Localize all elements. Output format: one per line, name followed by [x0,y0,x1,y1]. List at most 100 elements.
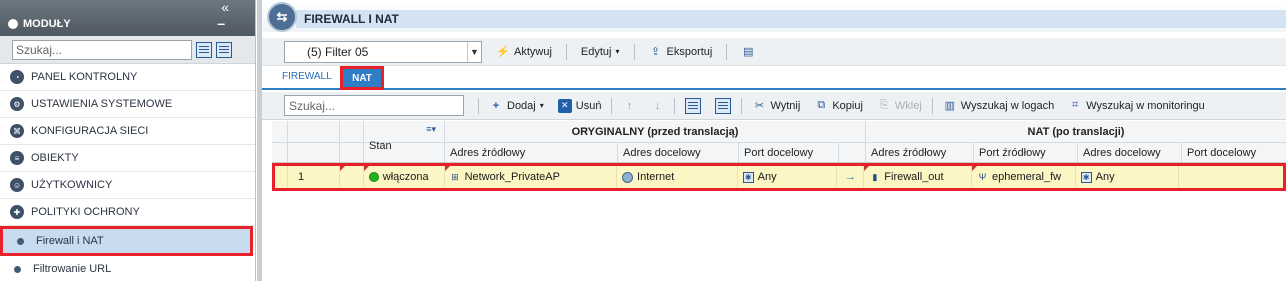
row-orig-port-cell[interactable]: ✱ Any [738,166,838,188]
sidebar-item-label: POLITYKI OCHRONY [31,206,140,218]
column-header-orig-src[interactable]: Adres źródłowy [445,143,618,162]
network-icon: ⌘ [10,124,24,138]
search-logs-button[interactable]: ▥ Wyszukaj w logach [939,99,1058,113]
caret-down-icon: ▾ [615,47,620,56]
export-label: Eksportuj [666,45,713,58]
column-header-nat-src[interactable]: Adres źródłowy [866,143,974,162]
sidebar-item-obiekty[interactable]: ≡ OBIEKTY [0,145,255,172]
toolbar-separator [741,97,743,114]
remove-rule-button[interactable]: ✕ Usuń [554,98,606,113]
status-enabled-icon [368,172,379,182]
tab-nat[interactable]: NAT [340,66,384,90]
bullet-icon [14,265,21,273]
history-button[interactable]: ▤ [737,45,759,59]
bullet-icon [17,237,24,245]
tab-firewall[interactable]: FIREWALL [282,71,332,82]
row-state-cell[interactable]: włączona [363,166,445,188]
page-title: FIREWALL I NAT [304,12,399,26]
cut-icon: ✂ [754,100,765,112]
column-header-orig-port[interactable]: Port docelowy [739,143,839,162]
sidebar-item-filtrowanie-url[interactable]: Filtrowanie URL [0,256,255,281]
column-header-orig-dst[interactable]: Adres docelowy [618,143,739,162]
monitoring-icon: ⌗ [1072,99,1079,111]
filter-select[interactable]: (5) Filter 05 ▼ [284,40,482,63]
column-header-nat-dst[interactable]: Adres docelowy [1078,143,1182,162]
sidebar-search-input[interactable] [12,39,192,60]
sidebar-item-ustawienia-systemowe[interactable]: ⚙ USTAWIENIA SYSTEMOWE [0,91,255,118]
column-header-state[interactable]: Stan ≡▾ [364,121,445,152]
remove-icon: ✕ [557,98,572,113]
move-down-button[interactable]: ↓ [646,99,668,113]
row-state: włączona [382,171,429,183]
chevron-down-icon[interactable]: ▼ [467,41,481,62]
export-button[interactable]: ⇪ Eksportuj [645,45,717,59]
add-rule-button[interactable]: + Dodaj ▾ [485,99,548,113]
sidebar-title: MODUŁY [8,18,71,30]
sidebar-item-firewall-nat[interactable]: Firewall i NAT [0,226,253,256]
toolbar-separator [674,97,676,114]
group-header-nat: NAT (po translacji) [1027,125,1125,138]
expand-all-button[interactable] [681,97,705,114]
search-monitoring-button[interactable]: ⌗ Wyszukaj w monitoringu [1064,99,1209,113]
sidebar-item-label: UŻYTKOWNICY [31,179,113,191]
translation-arrow-icon: → [837,166,865,188]
paste-button[interactable]: ⎘ Wklej [873,99,926,113]
sidebar-item-konfiguracja-sieci[interactable]: ⌘ KONFIGURACJA SIECI [0,118,255,145]
table-row[interactable]: 1 włączona ⊞ Network_PrivateAP Internet … [275,166,1283,188]
collapse-all-icon[interactable] [216,41,232,58]
sort-icon[interactable]: ≡▾ [426,124,436,135]
sidebar-item-polityki-ochrony[interactable]: ✚ POLITYKI OCHRONY [0,199,255,226]
expand-all-icon[interactable] [196,41,212,58]
collapse-all-button[interactable] [711,97,735,114]
grid-header-spacer [272,143,288,162]
grid-header-spacer [272,121,288,142]
caret-down-icon: ▾ [539,101,544,110]
history-icon: ▤ [743,46,754,58]
nat-rules-grid: Stan ≡▾ ORYGINALNY (przed translacją) NA… [272,121,1286,163]
grid-header-state-cont [364,143,445,162]
sidebar-item-label: Filtrowanie URL [33,263,112,275]
cut-button[interactable]: ✂ Wytnij [748,99,804,113]
copy-button[interactable]: ⧉ Kopiuj [810,99,867,113]
paste-icon: ⎘ [879,99,889,111]
row-nat-src-port-cell[interactable]: Ψ ephemeral_fw [971,166,1076,188]
sidebar-item-label: Firewall i NAT [36,235,104,247]
expand-all-icon [685,97,702,114]
selected-row-highlight: 1 włączona ⊞ Network_PrivateAP Internet … [272,163,1286,191]
firewall-object-icon: ▮ [872,171,878,182]
column-header-nat-dst-port[interactable]: Port docelowy [1182,143,1286,162]
sidebar-item-uzytkownicy[interactable]: ☺ UŻYTKOWNICY [0,172,255,199]
row-orig-dst: Internet [637,171,675,183]
row-orig-dst-cell[interactable]: Internet [617,166,738,188]
settings-icon: ⚙ [10,97,24,111]
activate-button[interactable]: ⚡ Aktywuj [492,45,556,59]
column-header-nat-src-port[interactable]: Port źródłowy [974,143,1078,162]
collapse-sidebar-icon[interactable]: « [221,0,229,14]
sidebar-item-label: OBIEKTY [31,152,79,164]
edit-menu-button[interactable]: Edytuj ▾ [577,46,624,58]
export-icon: ⇪ [650,46,661,58]
sidebar-item-panel-kontrolny[interactable]: ◔ PANEL KONTROLNY [0,64,255,91]
row-nat-src-cell[interactable]: ▮ Firewall_out [864,166,972,188]
dashboard-icon: ◔ [10,70,24,84]
paste-label: Wklej [894,99,922,112]
minimize-icon[interactable]: – [217,15,225,31]
row-nat-dst-cell[interactable]: ✱ Any [1076,166,1180,188]
network-object-icon: ⊞ [451,171,459,182]
rule-search-input[interactable] [284,95,464,116]
row-nat-dst-port-cell[interactable] [1179,166,1283,188]
row-orig-src-cell[interactable]: ⊞ Network_PrivateAP [444,166,618,188]
rules-toolbar: (5) Filter 05 ▼ ⚡ Aktywuj Edytuj ▾ ⇪ Eks… [262,38,1286,66]
row-handle[interactable] [339,166,364,188]
plus-icon: + [492,99,500,112]
row-nat-dst: Any [1095,171,1115,183]
grid-header-handle [340,121,364,142]
rule-tabs: FIREWALL NAT [262,66,1286,90]
any-icon: ✱ [742,171,754,183]
move-up-button[interactable]: ↑ [618,99,640,113]
user-icon: ☺ [10,178,24,192]
logs-icon: ▥ [944,100,955,112]
edit-label: Edytuj [580,45,612,58]
sidebar-item-label: PANEL KONTROLNY [31,71,138,83]
toolbar-separator [931,97,933,114]
